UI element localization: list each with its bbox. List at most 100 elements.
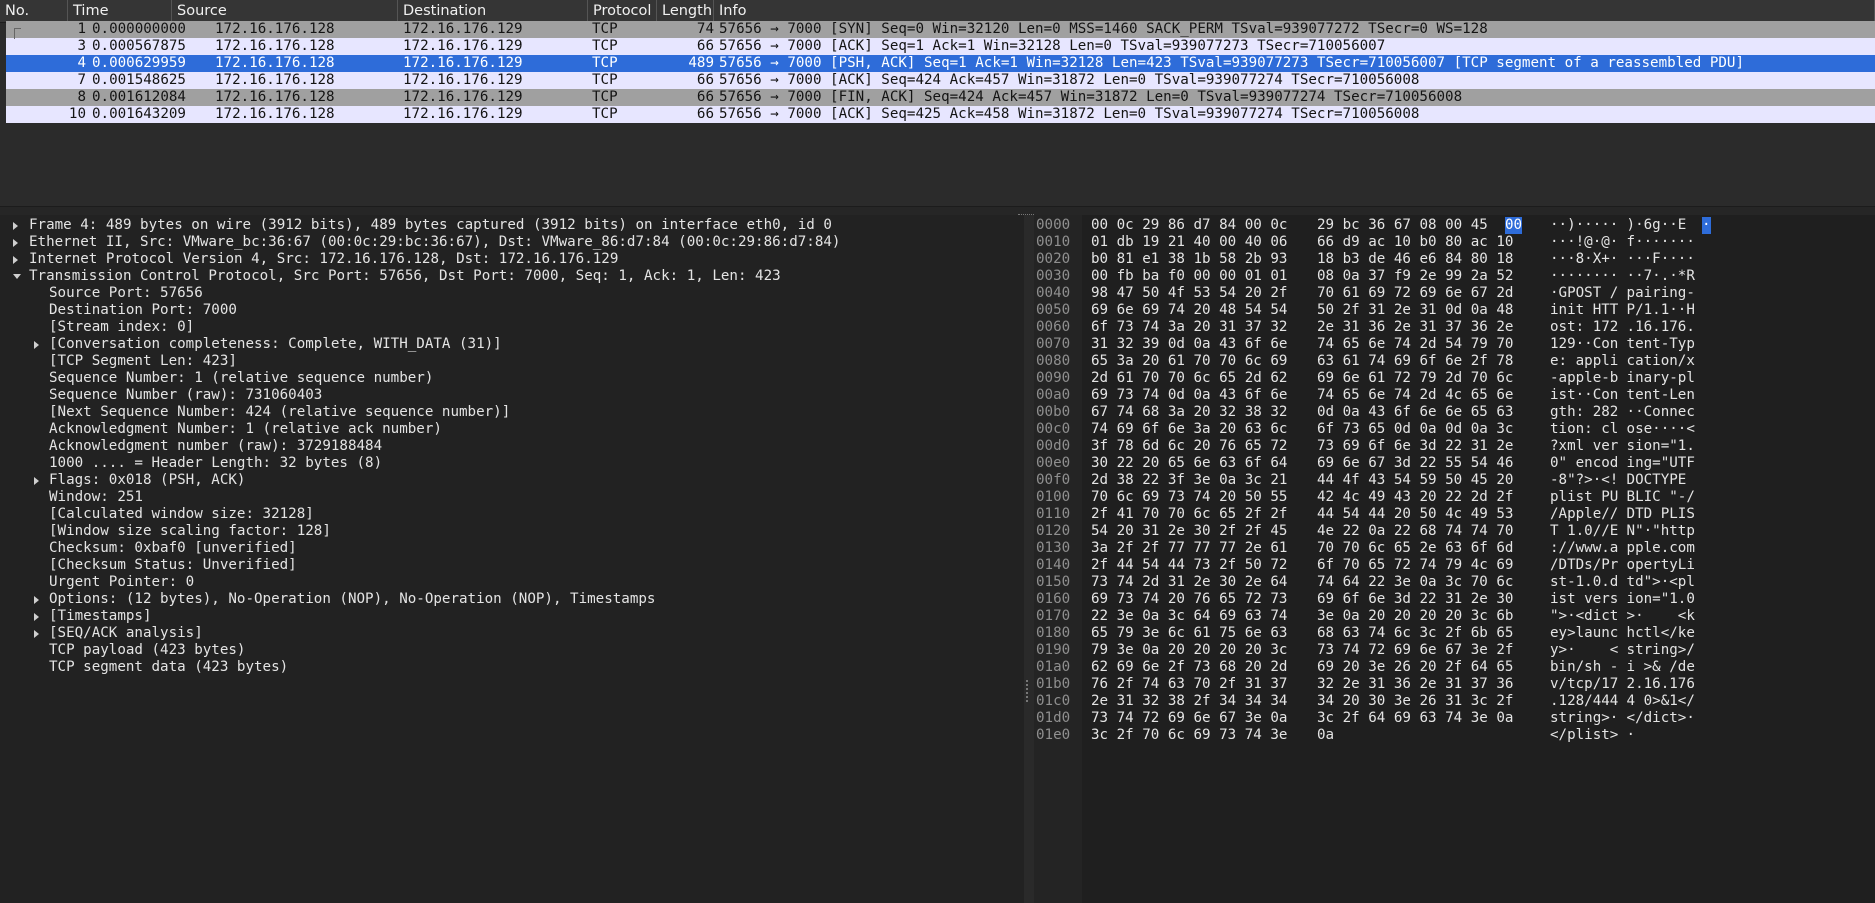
- ascii-bytes[interactable]: ··7·.·*R: [1618, 268, 1695, 285]
- ascii-bytes[interactable]: tion: cl: [1550, 421, 1618, 438]
- ascii-bytes[interactable]: ://www.a: [1550, 540, 1618, 557]
- ascii-bytes[interactable]: ">·<dict: [1550, 608, 1618, 625]
- ascii-bytes[interactable]: -8"?>·<!: [1550, 472, 1618, 489]
- hex-bytes[interactable]: 65 79 3e 6c 61 75 6e 63: [1091, 625, 1287, 642]
- hex-bytes[interactable]: 74 65 6e 74 2d 4c 65 6e: [1317, 387, 1513, 404]
- ascii-bytes[interactable]: ···!@·@·: [1550, 234, 1618, 251]
- ascii-bytes[interactable]: ist vers: [1550, 591, 1618, 608]
- hex-bytes[interactable]: 29 bc 36 67 08 00 45: [1317, 217, 1488, 234]
- collapsed-arrow-icon[interactable]: [34, 476, 39, 485]
- hex-bytes[interactable]: 74 64 22 3e 0a 3c 70 6c: [1317, 574, 1513, 591]
- detail-tree-item[interactable]: TCP segment data (423 bytes): [49, 659, 288, 676]
- ascii-bytes[interactable]: ist··Con: [1550, 387, 1618, 404]
- hex-bytes[interactable]: 65 3a 20 61 70 70 6c 69: [1091, 353, 1287, 370]
- hex-bytes[interactable]: 73 74 72 69 6e 67 3e 2f: [1317, 642, 1513, 659]
- detail-tree-item[interactable]: Internet Protocol Version 4, Src: 172.16…: [29, 251, 618, 268]
- detail-tree-item[interactable]: [Window size scaling factor: 128]: [49, 523, 331, 540]
- hex-bytes[interactable]: 08 0a 37 f9 2e 99 2a 52: [1317, 268, 1513, 285]
- ascii-bytes[interactable]: ·GPOST /: [1550, 285, 1618, 302]
- detail-tree-item[interactable]: TCP payload (423 bytes): [49, 642, 245, 659]
- ascii-bytes[interactable]: </dict>·: [1618, 710, 1695, 727]
- packet-row[interactable]: 1 0.000000000 172.16.176.128 172.16.176.129…: [6, 21, 1875, 38]
- ascii-bytes[interactable]: ···8·X+·: [1550, 251, 1618, 268]
- ascii-bytes[interactable]: ···F····: [1618, 251, 1695, 268]
- ascii-bytes[interactable]: pairing-: [1618, 285, 1695, 302]
- detail-tree-item[interactable]: [SEQ/ACK analysis]: [49, 625, 203, 642]
- detail-tree-item[interactable]: [Next Sequence Number: 424 (relative seq…: [49, 404, 510, 421]
- detail-tree-item[interactable]: [TCP Segment Len: 423]: [49, 353, 237, 370]
- collapsed-arrow-icon[interactable]: [34, 612, 39, 621]
- ascii-bytes[interactable]: e: appli: [1550, 353, 1618, 370]
- detail-tree-item[interactable]: Destination Port: 7000: [49, 302, 237, 319]
- ascii-bytes[interactable]: .128/444: [1550, 693, 1618, 710]
- ascii-bytes[interactable]: sion="1.: [1618, 438, 1695, 455]
- hex-bytes[interactable]: 2e 31 32 38 2f 34 34 34: [1091, 693, 1287, 710]
- hex-bytes[interactable]: 3e 0a 20 20 20 20 3c 6b: [1317, 608, 1513, 625]
- hex-bytes[interactable]: 32 2e 31 36 2e 31 37 36: [1317, 676, 1513, 693]
- column-header-source[interactable]: Source: [172, 0, 398, 22]
- ascii-bytes[interactable]: string>/: [1618, 642, 1695, 659]
- ascii-bytes[interactable]: 4 0>&1</: [1618, 693, 1695, 710]
- hex-bytes[interactable]: 70 61 69 72 69 6e 67 2d: [1317, 285, 1513, 302]
- hex-bytes[interactable]: 44 4f 43 54 59 50 45 20: [1317, 472, 1513, 489]
- ascii-bytes[interactable]: v/tcp/17: [1550, 676, 1618, 693]
- detail-tree-item[interactable]: [Conversation completeness: Complete, WI…: [49, 336, 502, 353]
- hex-bytes[interactable]: 0d 0a 43 6f 6e 6e 65 63: [1317, 404, 1513, 421]
- hex-bytes[interactable]: 00 0c 29 86 d7 84 00 0c: [1091, 217, 1287, 234]
- hex-bytes[interactable]: 74 65 6e 74 2d 54 79 70: [1317, 336, 1513, 353]
- collapsed-arrow-icon[interactable]: [34, 595, 39, 604]
- hex-bytes[interactable]: 69 20 3e 26 20 2f 64 65: [1317, 659, 1513, 676]
- hex-bytes[interactable]: 2e 31 36 2e 31 37 36 2e: [1317, 319, 1513, 336]
- hex-bytes[interactable]: 6f 73 74 3a 20 31 37 32: [1091, 319, 1287, 336]
- ascii-bytes[interactable]: -apple-b: [1550, 370, 1618, 387]
- hex-bytes[interactable]: 69 73 74 0d 0a 43 6f 6e: [1091, 387, 1287, 404]
- ascii-bytes[interactable]: ?xml ver: [1550, 438, 1618, 455]
- detail-tree-item[interactable]: Window: 251: [49, 489, 143, 506]
- ascii-bytes[interactable]: )·6g··E: [1618, 217, 1687, 234]
- detail-tree-item[interactable]: Checksum: 0xbaf0 [unverified]: [49, 540, 297, 557]
- packet-row[interactable]: 4 0.000629959 172.16.176.128 172.16.176.129…: [6, 55, 1875, 72]
- ascii-bytes[interactable]: cation/x: [1618, 353, 1695, 370]
- ascii-bytes[interactable]: hctl</ke: [1618, 625, 1695, 642]
- hex-bytes[interactable]: 79 3e 0a 20 20 20 20 3c: [1091, 642, 1287, 659]
- ascii-bytes[interactable]: ··Connec: [1618, 404, 1695, 421]
- ascii-bytes[interactable]: .16.176.: [1618, 319, 1695, 336]
- detail-tree-item[interactable]: [Stream index: 0]: [49, 319, 194, 336]
- column-header-protocol[interactable]: Protocol: [588, 0, 657, 22]
- ascii-bytes[interactable]: inary-pl: [1618, 370, 1695, 387]
- ascii-bytes[interactable]: td">·<pl: [1618, 574, 1695, 591]
- packet-row[interactable]: 8 0.001612084 172.16.176.128 172.16.176.129…: [6, 89, 1875, 106]
- packet-row[interactable]: 10 0.001643209 172.16.176.128 172.16.176.12…: [6, 106, 1875, 123]
- hex-bytes[interactable]: 4e 22 0a 22 68 74 74 70: [1317, 523, 1513, 540]
- hex-bytes[interactable]: 30 22 20 65 6e 63 6f 64: [1091, 455, 1287, 472]
- ascii-byte-selected[interactable]: ·: [1702, 217, 1711, 234]
- collapsed-arrow-icon[interactable]: [34, 629, 39, 638]
- hex-bytes[interactable]: 6f 70 65 72 74 79 4c 69: [1317, 557, 1513, 574]
- detail-tree-item[interactable]: 1000 .... = Header Length: 32 bytes (8): [49, 455, 382, 472]
- hex-bytes[interactable]: 69 73 74 20 76 65 72 73: [1091, 591, 1287, 608]
- ascii-bytes[interactable]: ing="UTF: [1618, 455, 1695, 472]
- packet-details-pane[interactable]: Frame 4: 489 bytes on wire (3912 bits), …: [0, 215, 1024, 903]
- ascii-bytes[interactable]: N"·"http: [1618, 523, 1695, 540]
- ascii-bytes[interactable]: pple.com: [1618, 540, 1695, 557]
- packet-list-pane[interactable]: No. Time Source Destination Protocol Length In…: [0, 0, 1875, 206]
- vertical-splitter[interactable]: [1024, 215, 1034, 903]
- collapsed-arrow-icon[interactable]: [34, 340, 39, 349]
- detail-tree-item[interactable]: Sequence Number: 1 (relative sequence nu…: [49, 370, 433, 387]
- ascii-bytes[interactable]: 129··Con: [1550, 336, 1618, 353]
- hex-bytes[interactable]: 67 74 68 3a 20 32 38 32: [1091, 404, 1287, 421]
- ascii-bytes[interactable]: st-1.0.d: [1550, 574, 1618, 591]
- column-header-time[interactable]: Time: [68, 0, 172, 22]
- detail-tree-item[interactable]: [Timestamps]: [49, 608, 152, 625]
- ascii-bytes[interactable]: i >& /de: [1618, 659, 1695, 676]
- hex-bytes[interactable]: 73 69 6f 6e 3d 22 31 2e: [1317, 438, 1513, 455]
- hex-bytes[interactable]: 3c 2f 70 6c 69 73 74 3e: [1091, 727, 1287, 744]
- detail-tree-item[interactable]: Acknowledgment number (raw): 3729188484: [49, 438, 382, 455]
- ascii-bytes[interactable]: y>· <: [1550, 642, 1618, 659]
- hex-bytes[interactable]: 73 74 2d 31 2e 30 2e 64: [1091, 574, 1287, 591]
- hex-bytes[interactable]: 34 20 30 3e 26 31 3c 2f: [1317, 693, 1513, 710]
- packet-bytes-pane[interactable]: 0000 00 0c 29 86 d7 84 00 0c 29 bc 36 67 0…: [1034, 215, 1875, 903]
- hex-bytes[interactable]: 22 3e 0a 3c 64 69 63 74: [1091, 608, 1287, 625]
- detail-tree-item[interactable]: Sequence Number (raw): 731060403: [49, 387, 322, 404]
- packet-row[interactable]: 7 0.001548625 172.16.176.128 172.16.176.129…: [6, 72, 1875, 89]
